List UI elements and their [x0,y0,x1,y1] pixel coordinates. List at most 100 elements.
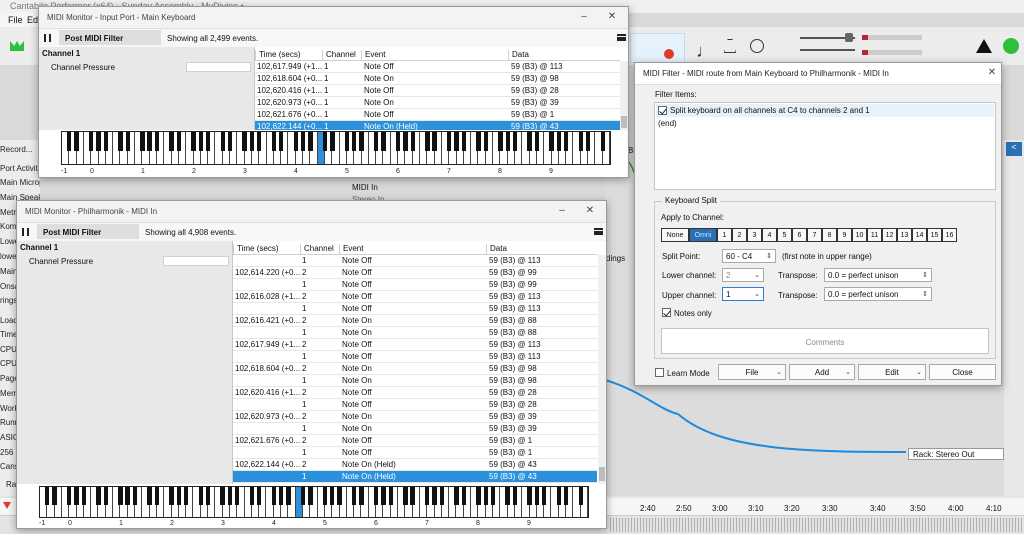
black-key[interactable] [169,132,174,152]
channel-button-3[interactable]: 3 [747,228,762,242]
black-key[interactable] [505,132,510,152]
black-key[interactable] [549,132,554,152]
black-key[interactable] [52,487,57,505]
black-key[interactable] [176,132,182,152]
edit-button[interactable]: Edit ⌄ [858,364,926,380]
menu-icon[interactable] [617,34,626,41]
black-key[interactable] [476,487,481,505]
black-key[interactable] [322,487,328,505]
table-row[interactable]: 1 Note Off 59 (B3) @ 99 [233,279,597,291]
channel-button-none[interactable]: None [661,228,689,242]
post-midi-filter-button[interactable]: Post MIDI Filter [59,30,161,45]
black-key[interactable] [359,487,364,505]
channel-button-10[interactable]: 10 [852,228,867,242]
window-title-bar[interactable]: MIDI Monitor - Philharmonik - MIDI In – … [17,201,606,223]
window-title-bar[interactable]: MIDI Filter - MIDI route from Main Keybo… [635,63,1001,85]
black-key[interactable] [403,487,408,505]
black-key[interactable] [505,487,510,505]
table-row[interactable]: 1 Note Off 59 (B3) @ 113 [233,303,597,315]
black-key[interactable] [198,487,203,505]
black-key[interactable] [490,487,496,505]
table-row[interactable]: 102,614.220 (+0... 2 Note Off 59 (B3) @ 99 [233,267,597,279]
stop-icon[interactable] [664,49,674,59]
close-icon[interactable]: ✕ [985,67,999,78]
black-key[interactable] [373,132,379,152]
black-key[interactable] [373,487,379,505]
note-icon[interactable]: ♩ [696,41,714,62]
filter-item-end[interactable]: (end) [658,119,677,128]
master-slider-knob[interactable] [845,33,853,42]
col-channel[interactable]: Channel [322,50,356,61]
table-row[interactable]: 1 Note Off 59 (B3) @ 113 [233,255,597,267]
black-key[interactable] [257,132,262,152]
channel-button-15[interactable]: 15 [927,228,942,242]
warning-icon[interactable] [976,39,992,53]
col-channel[interactable]: Channel [300,244,334,255]
col-data[interactable]: Data [508,50,529,61]
black-key[interactable] [278,487,284,505]
black-key[interactable] [447,132,452,152]
black-key[interactable] [96,487,101,505]
black-key[interactable] [249,487,255,505]
close-button[interactable]: Close [929,364,996,380]
table-row[interactable]: 102,618.604 (+0... 2 Note On 59 (B3) @ 98 [233,363,597,375]
black-key[interactable] [454,132,459,152]
black-key[interactable] [198,132,203,152]
transpose-upper-input[interactable]: 0.0 = perfect unison ⇕ [824,287,932,301]
channel-button-1[interactable]: 1 [717,228,732,242]
black-key[interactable] [103,487,108,505]
black-key[interactable] [154,132,160,152]
menu-icon[interactable] [594,228,603,235]
black-key[interactable] [527,132,532,152]
minimize-icon[interactable]: – [555,205,569,216]
post-midi-filter-button[interactable]: Post MIDI Filter [37,224,139,239]
black-key[interactable] [45,487,50,505]
black-key[interactable] [578,487,583,505]
black-key[interactable] [498,132,503,152]
table-row[interactable]: 102,617.949 (+1... 2 Note Off 59 (B3) @ 113 [233,339,597,351]
table-row[interactable]: 102,620.416 (+1... 1 Note Off 59 (B3) @ 28 [255,85,620,97]
black-key[interactable] [359,132,364,152]
black-key[interactable] [512,132,518,152]
metronome-icon[interactable] [724,39,736,53]
black-key[interactable] [403,132,408,152]
table-row[interactable]: 1 Note Off 59 (B3) @ 28 [233,399,597,411]
channel-button-4[interactable]: 4 [762,228,777,242]
black-key[interactable] [578,132,583,152]
black-key[interactable] [125,132,130,152]
table-row[interactable]: 1 Note Off 59 (B3) @ 1 [233,447,597,459]
black-key[interactable] [89,132,94,152]
filter-item-checkbox[interactable] [658,106,667,115]
table-row[interactable]: 102,622.144 (+0... 1 Note On (Held) 59 (B3)… [255,121,620,130]
learn-mode-checkbox[interactable] [655,368,664,377]
black-key[interactable] [585,132,591,152]
table-row[interactable]: 102,621.676 (+0... 2 Note Off 59 (B3) @ 1 [233,435,597,447]
black-key[interactable] [461,487,466,505]
black-key[interactable] [271,487,276,505]
table-row[interactable]: 102,618.604 (+0... 1 Note On 59 (B3) @ 98 [255,73,620,85]
black-key[interactable] [527,487,532,505]
table-row[interactable]: 102,620.973 (+0... 2 Note On 59 (B3) @ 39 [233,411,597,423]
event-table[interactable]: Time (secs) Channel Event Data 1 Note Off… [233,241,597,484]
black-key[interactable] [286,487,291,505]
black-key[interactable] [118,487,123,505]
channel-button-6[interactable]: 6 [792,228,807,242]
black-key[interactable] [67,487,72,505]
black-key[interactable] [534,487,540,505]
black-key[interactable] [600,132,605,152]
spinner-icon[interactable]: ⇕ [766,252,772,260]
black-key[interactable] [191,132,196,152]
pause-icon[interactable] [22,228,29,236]
black-key[interactable] [103,132,109,152]
black-key[interactable] [461,132,467,152]
black-key[interactable] [337,487,342,505]
black-key[interactable] [132,487,138,505]
black-key[interactable] [432,487,437,505]
spinner-icon[interactable]: ⇕ [922,271,928,279]
black-key[interactable] [81,487,87,505]
timer-icon[interactable] [750,39,764,53]
black-key[interactable] [220,132,225,152]
black-key[interactable] [271,132,277,152]
upper-channel-select[interactable]: 1 ⌄ [722,287,764,301]
minimize-icon[interactable]: – [577,11,591,22]
